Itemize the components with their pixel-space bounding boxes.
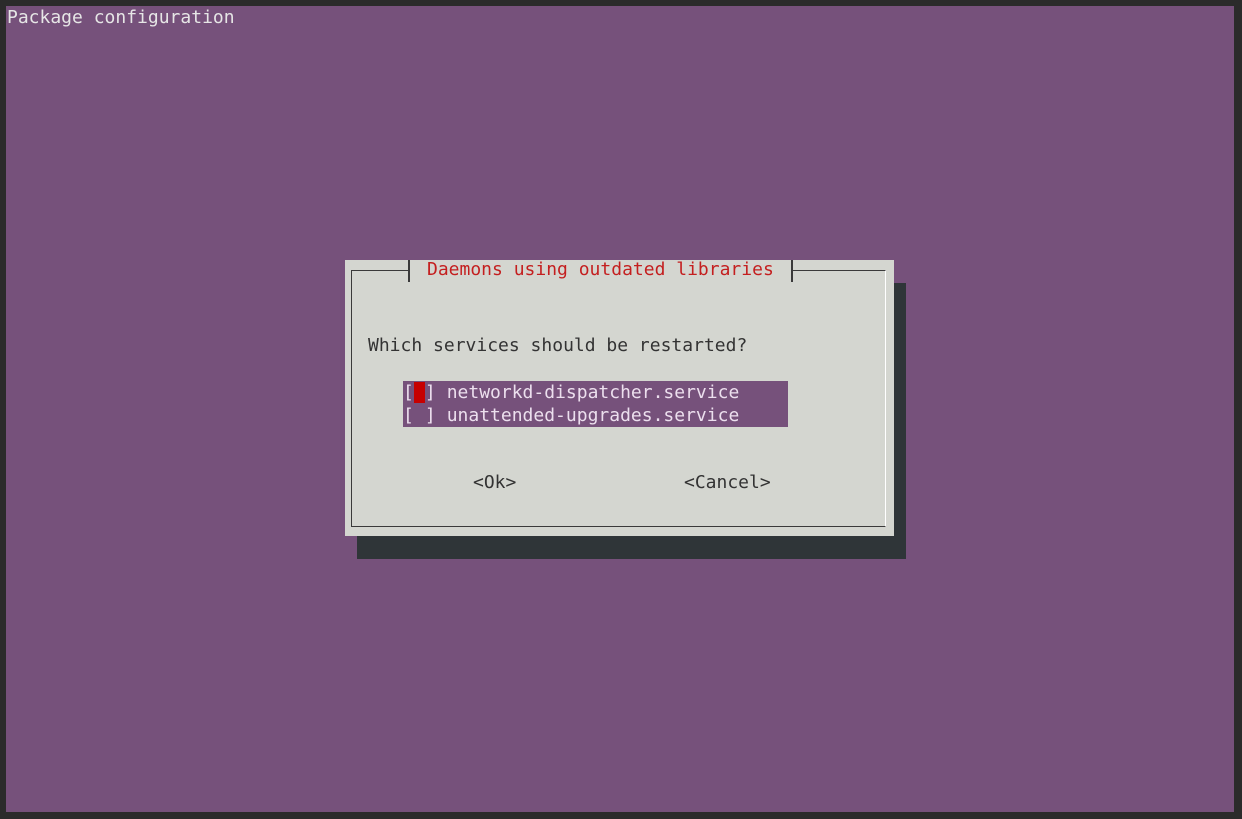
terminal-screen: Package configuration Daemons using outd… xyxy=(6,6,1234,812)
cursor-block xyxy=(413,382,425,403)
dialog-title: Daemons using outdated libraries xyxy=(427,259,774,280)
list-item-label: networkd-dispatcher.service xyxy=(446,382,740,403)
checkbox-close-bracket: ] xyxy=(424,405,436,426)
cancel-button[interactable]: <Cancel> xyxy=(684,472,771,494)
list-item-networkd-dispatcher[interactable]: [] networkd-dispatcher.service xyxy=(403,381,788,404)
checkbox[interactable]: [] xyxy=(403,404,436,427)
list-item-label: unattended-upgrades.service xyxy=(446,405,740,426)
dialog-question: Which services should be restarted? xyxy=(368,335,748,356)
service-list: [] networkd-dispatcher.service [] unatte… xyxy=(403,381,788,427)
dialog: Daemons using outdated libraries Which s… xyxy=(345,260,894,536)
page-title: Package configuration xyxy=(7,7,235,28)
dialog-title-box: Daemons using outdated libraries xyxy=(408,260,793,282)
checkbox-open-bracket: [ xyxy=(403,405,414,426)
checkbox[interactable]: [] xyxy=(403,381,436,404)
checkbox-open-bracket: [ xyxy=(403,382,414,403)
ok-button[interactable]: <Ok> xyxy=(473,472,516,494)
list-item-unattended-upgrades[interactable]: [] unattended-upgrades.service xyxy=(403,404,788,427)
checkbox-close-bracket: ] xyxy=(424,382,436,403)
